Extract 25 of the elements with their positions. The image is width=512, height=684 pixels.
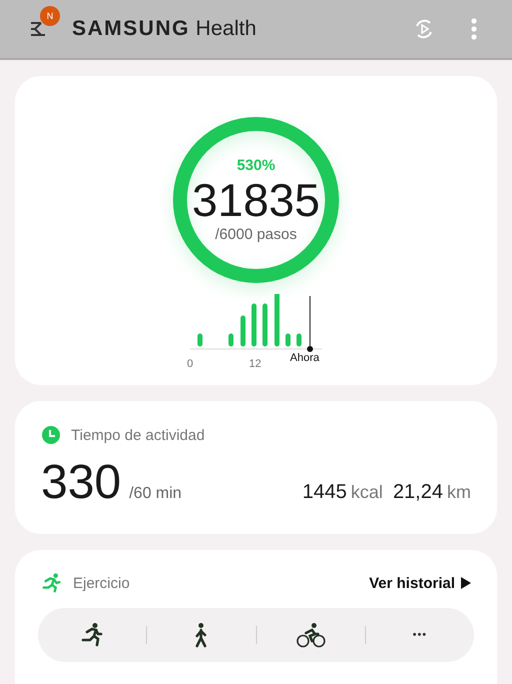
app-title: SAMSUNG Health <box>72 17 256 41</box>
cycling-figure-icon <box>296 622 326 648</box>
active-minutes: 330 <box>41 455 122 510</box>
distance-value: 21,24 <box>392 481 443 504</box>
activity-card[interactable]: Tiempo de actividad 330 /60 min 1445 kcal 21,24 km <box>15 401 497 534</box>
now-label: Ahora <box>290 352 320 364</box>
percent-label: 530% <box>236 157 276 174</box>
step-count: 31835 <box>192 174 320 226</box>
running-figure-icon <box>41 572 63 594</box>
play-arrow-icon <box>461 577 471 589</box>
notification-badge: N <box>40 6 60 26</box>
history-link[interactable]: Ver historial <box>369 574 471 592</box>
steps-card[interactable]: 530% 31835 /6000 pasos 0 12 Ahora <box>15 76 497 385</box>
card-title: Ejercicio <box>73 574 130 592</box>
calories-value: 1445 <box>302 481 347 504</box>
step-goal: /6000 pasos <box>215 226 297 243</box>
running-figure-icon <box>80 622 104 648</box>
distance-unit: km <box>447 482 471 503</box>
calories-unit: kcal <box>350 482 383 503</box>
axis-label: 12 <box>249 358 262 370</box>
clock-icon <box>41 425 61 445</box>
axis-label: 0 <box>187 358 194 370</box>
more-button[interactable]: ••• <box>366 629 474 641</box>
card-title: Tiempo de actividad <box>71 426 205 444</box>
minutes-goal: /60 min <box>129 485 182 503</box>
